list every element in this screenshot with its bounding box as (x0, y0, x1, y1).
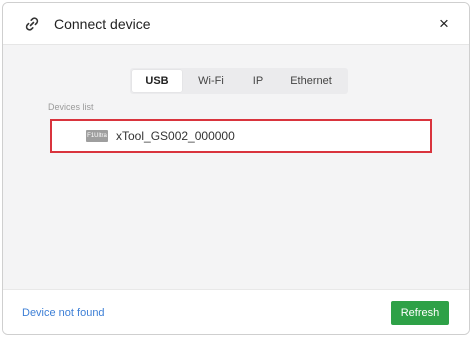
connect-device-dialog: Connect device × USB Wi-Fi IP Ethernet D… (2, 2, 470, 335)
tab-wifi[interactable]: Wi-Fi (182, 70, 240, 92)
device-model-badge: F1Ultra (86, 130, 108, 142)
devices-list-label: Devices list (48, 102, 94, 112)
dialog-body: USB Wi-Fi IP Ethernet Devices list F1Ult… (3, 45, 469, 289)
device-not-found-link[interactable]: Device not found (22, 306, 105, 320)
refresh-button[interactable]: Refresh (391, 301, 449, 325)
connection-tabs: USB Wi-Fi IP Ethernet (130, 68, 348, 94)
dialog-footer: Device not found Refresh (3, 289, 469, 334)
dialog-header: Connect device × (3, 3, 469, 45)
tab-ethernet[interactable]: Ethernet (276, 70, 346, 92)
device-name: xTool_GS002_000000 (116, 129, 235, 143)
device-list-item[interactable]: F1Ultra xTool_GS002_000000 (50, 119, 432, 153)
close-icon[interactable]: × (437, 15, 451, 33)
tab-usb[interactable]: USB (132, 70, 182, 92)
dialog-title: Connect device (54, 16, 151, 32)
tab-ip[interactable]: IP (240, 70, 276, 92)
link-icon (23, 15, 41, 33)
